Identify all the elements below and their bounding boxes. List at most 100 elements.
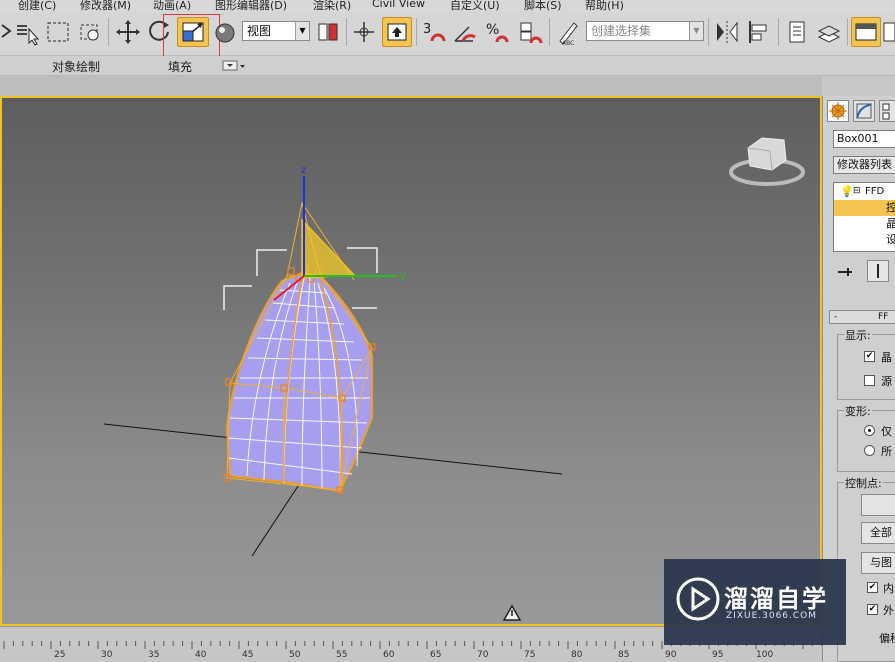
lightbulb-icon[interactable]: 💡 xyxy=(840,184,854,199)
tick-label: 80 xyxy=(571,650,583,660)
keyboard-shortcut-override-icon[interactable] xyxy=(382,17,412,47)
modifier-list-dropdown[interactable]: 修改器列表 xyxy=(833,156,895,174)
tick-label: 50 xyxy=(289,650,301,660)
stack-item-label: 设 xyxy=(886,232,895,247)
layer-manager-icon[interactable] xyxy=(815,17,843,47)
deform-all-radio[interactable] xyxy=(864,445,875,456)
animate-all-button[interactable]: 全部 xyxy=(861,522,895,544)
gizmo-axis-z-label: z xyxy=(301,165,306,176)
menu-create[interactable]: 创建(C) xyxy=(18,0,56,12)
tick-label: 35 xyxy=(148,650,160,660)
tick-label: 70 xyxy=(477,650,489,660)
chevron-down-icon: ▼ xyxy=(295,22,309,40)
stack-item-label: 控 xyxy=(886,200,895,215)
menu-bar: 创建(C) 修改器(M) 动画(A) 图形编辑器(D) 渲染(R) Civil … xyxy=(0,0,895,12)
show-end-result-icon[interactable] xyxy=(867,260,889,282)
svg-text:ABC: ABC xyxy=(562,40,574,47)
reference-coord-value: 视图 xyxy=(247,24,272,38)
watermark-logo: 溜溜自学 ZIXUE.3066.COM xyxy=(664,559,846,645)
offset-label: 偏移 xyxy=(879,632,895,645)
toggle-ribbon-icon[interactable] xyxy=(851,17,881,47)
tick-label: 100 xyxy=(756,650,774,660)
modifier-stack[interactable]: 💡 ⊟ FFD 控 晶 设 xyxy=(833,182,895,252)
pin-stack-icon[interactable] xyxy=(835,262,855,282)
stack-item-lattice[interactable]: 晶 xyxy=(834,216,895,232)
tick-label: 45 xyxy=(242,650,254,660)
rectangular-selection-icon[interactable] xyxy=(44,17,72,47)
object-name-field[interactable]: Box001 xyxy=(833,130,895,148)
angle-snap-icon[interactable] xyxy=(451,17,479,47)
display-source-label: 源 xyxy=(881,375,892,388)
select-manipulate-icon[interactable] xyxy=(350,17,378,47)
tick-label: 95 xyxy=(712,650,724,660)
named-selection-set-dropdown[interactable]: 创建选择集 ▼ xyxy=(586,21,704,41)
align-icon[interactable] xyxy=(745,17,773,47)
stack-item-control-points[interactable]: 控 xyxy=(834,200,895,216)
curve-editor-icon[interactable] xyxy=(883,17,895,47)
menu-help[interactable]: 帮助(H) xyxy=(585,0,624,12)
gizmo-axis-y-label: y xyxy=(400,271,406,282)
select-by-name-icon[interactable] xyxy=(14,17,42,47)
ffd-parameters-rollout[interactable]: - FF xyxy=(829,310,895,324)
ribbon-options-icon[interactable] xyxy=(222,60,246,72)
inside-points-label: 内 xyxy=(883,582,894,595)
watermark-url: ZIXUE.3066.COM xyxy=(726,611,818,621)
mirror-icon[interactable] xyxy=(713,17,741,47)
main-toolbar: 视图 ▼ 3 % ABC 创建选择集 ▼ xyxy=(0,12,895,60)
perspective-viewport[interactable]: z y xyxy=(0,96,822,626)
stack-item-set-volume[interactable]: 设 xyxy=(834,232,895,248)
warning-triangle-icon[interactable] xyxy=(502,604,522,621)
chevron-down-icon: ▼ xyxy=(689,22,703,40)
display-lattice-checkbox[interactable]: ✔ xyxy=(864,351,875,362)
pivot-point-icon[interactable] xyxy=(314,17,342,47)
ribbon-tab-object-paint[interactable]: 对象绘制 xyxy=(52,58,100,75)
spinner-snap-icon[interactable] xyxy=(515,17,543,47)
ribbon-tab-populate[interactable]: 填充 xyxy=(168,58,192,75)
deform-inside-radio[interactable] xyxy=(864,425,875,436)
layer-explorer-icon[interactable] xyxy=(783,17,811,47)
tick-label: 90 xyxy=(665,650,677,660)
reference-coord-dropdown[interactable]: 视图 ▼ xyxy=(242,21,310,41)
collapse-icon[interactable]: ⊟ xyxy=(853,184,861,199)
outside-points-label: 外 xyxy=(883,604,894,617)
svg-text:%: % xyxy=(486,22,499,38)
place-object-icon[interactable] xyxy=(212,17,240,47)
display-label: 显示: xyxy=(844,327,872,343)
display-source-checkbox[interactable] xyxy=(864,375,875,386)
snaps-toggle-icon[interactable]: 3 xyxy=(420,17,448,47)
tab-create[interactable] xyxy=(827,100,849,122)
tick-label: 65 xyxy=(430,650,442,660)
svg-text:3: 3 xyxy=(423,22,431,37)
window-crossing-icon[interactable] xyxy=(76,17,104,47)
tick-label: 60 xyxy=(383,650,395,660)
rollout-collapse-icon: - xyxy=(834,312,838,322)
menu-customize[interactable]: 自定义(U) xyxy=(450,0,500,12)
inside-points-checkbox[interactable]: ✔ xyxy=(867,582,878,593)
tab-modify[interactable] xyxy=(853,100,875,122)
menu-scripting[interactable]: 脚本(S) xyxy=(524,0,562,12)
display-lattice-label: 晶 xyxy=(881,351,892,364)
menu-rendering[interactable]: 渲染(R) xyxy=(313,0,351,12)
tick-label: 85 xyxy=(618,650,630,660)
stack-item-label: 晶 xyxy=(886,216,895,231)
stack-item-ffd[interactable]: 💡 ⊟ FFD xyxy=(834,184,895,200)
viewport-scene: z y xyxy=(103,137,805,621)
tab-hierarchy[interactable] xyxy=(879,100,895,122)
conform-to-shape-button[interactable]: 与图 xyxy=(861,552,895,574)
edit-named-selection-icon[interactable]: ABC xyxy=(554,17,582,47)
menu-graph-editors[interactable]: 图形编辑器(D) xyxy=(215,0,287,12)
watermark-title: 溜溜自学 xyxy=(724,585,828,613)
percent-snap-icon[interactable]: % xyxy=(483,17,511,47)
deform-label: 变形: xyxy=(844,403,872,419)
reset-button[interactable] xyxy=(861,494,895,516)
named-selection-placeholder: 创建选择集 xyxy=(591,24,652,38)
menu-modifiers[interactable]: 修改器(M) xyxy=(80,0,131,12)
menu-animation[interactable]: 动画(A) xyxy=(153,0,191,12)
outside-points-checkbox[interactable]: ✔ xyxy=(867,604,878,615)
select-and-move-icon[interactable] xyxy=(114,17,142,47)
viewcube-icon[interactable] xyxy=(729,137,805,186)
rollout-title: FF xyxy=(878,312,889,322)
deform-group: 变形: 仅 所 xyxy=(837,403,895,472)
link-icon[interactable] xyxy=(0,17,12,47)
menu-civil-view[interactable]: Civil View xyxy=(372,0,425,10)
